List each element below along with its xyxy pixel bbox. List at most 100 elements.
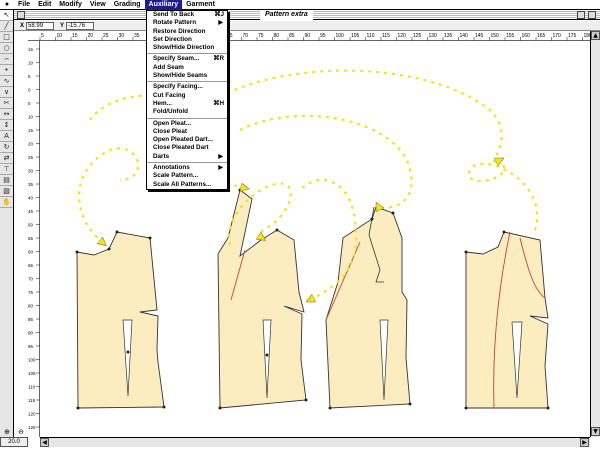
menu-item-rotate-pattern[interactable]: Rotate Pattern ▶ <box>147 19 227 27</box>
apple-icon[interactable]: ● <box>0 1 14 8</box>
ruler-label: 75 <box>28 290 34 295</box>
curve-tool-icon[interactable]: ∽ <box>0 54 13 65</box>
line-tool-icon[interactable]: ╱ <box>0 21 13 32</box>
menu-auxiliary[interactable]: Auxiliary <box>144 0 183 10</box>
arrow-tool-icon[interactable]: ↖ <box>0 10 13 21</box>
menu-item-label: Set Direction <box>153 35 192 43</box>
scroll-right-icon[interactable]: ▶ <box>580 438 589 447</box>
ruler-label: 90 <box>305 33 311 39</box>
zoom-controls: ⊕ ⊖ <box>0 428 28 437</box>
hand-tool-icon[interactable]: ✋ <box>0 197 13 208</box>
menu-item-add-seam[interactable]: Add Seam <box>147 64 227 72</box>
ruler-label: 35 <box>28 182 34 187</box>
menu-file[interactable]: File <box>14 0 34 10</box>
scissors-tool-icon[interactable]: ✂ <box>0 98 13 109</box>
ruler-label: 145 <box>475 33 484 39</box>
zoom-in-icon[interactable]: ⊕ <box>4 428 10 437</box>
zoom-box-icon[interactable] <box>577 11 585 19</box>
ellipse-tool-icon[interactable]: ○ <box>0 43 13 54</box>
menu-item-close-pleated-dart[interactable]: Close Pleated Dart <box>147 144 227 152</box>
menu-item-label: Restore Direction <box>153 27 206 35</box>
menu-item-show-hide-seams[interactable]: Show/Hide Seams <box>147 72 227 80</box>
menu-separator <box>147 162 227 164</box>
collapse-box-icon[interactable] <box>588 11 596 19</box>
ruler-label: 160 <box>522 33 531 39</box>
point-tool-icon[interactable]: • <box>0 65 13 76</box>
menu-item-close-pleat[interactable]: Close Pleat <box>147 128 227 136</box>
menu-garment[interactable]: Garment <box>182 0 219 10</box>
bodice-piece-rotated[interactable] <box>217 188 308 410</box>
menu-modify[interactable]: Modify <box>55 0 86 10</box>
menu-item-set-direction[interactable]: Set Direction <box>147 36 227 44</box>
dart-tool-icon[interactable]: ∨ <box>0 87 13 98</box>
pattern-canvas[interactable] <box>40 41 590 437</box>
ruler-label: 0 <box>28 88 31 93</box>
tool-palette: ↖ ╱ □ ○ ∽ • ∿ ∨ ✂ ↔ ↕ A ↻ ⇄ ⊤ ▤ ▧ ✋ <box>0 10 14 437</box>
ruler-label: 25 <box>103 33 109 39</box>
scroll-left-icon[interactable]: ◀ <box>40 438 49 447</box>
menu-item-send-to-back[interactable]: Send To Back ⌘J <box>147 11 227 19</box>
window-title-bar[interactable]: Pattern extra <box>14 10 600 20</box>
menu-item-scale-all-patterns[interactable]: Scale All Patterns... <box>147 181 227 189</box>
scroll-down-icon[interactable]: ▼ <box>591 427 600 436</box>
menu-item-fold-unfold[interactable]: Fold/Unfold <box>147 108 227 116</box>
menu-item-hem[interactable]: Hem... ⌘H <box>147 100 227 108</box>
scroll-up-icon[interactable]: ▲ <box>591 31 600 40</box>
pleat-tool-icon[interactable]: ▧ <box>0 186 13 197</box>
menu-item-restore-direction[interactable]: Restore Direction <box>147 28 227 36</box>
measure-tool-icon[interactable]: ↔ <box>0 109 13 120</box>
menu-separator <box>147 117 227 119</box>
bodice-piece-facing[interactable] <box>325 206 412 410</box>
menu-grading[interactable]: Grading <box>110 0 145 10</box>
y-coordinate-field[interactable]: -15.76 <box>66 21 95 30</box>
ruler-label: 120 <box>398 33 407 39</box>
close-box-icon[interactable] <box>17 11 25 19</box>
menu-separator <box>147 81 227 83</box>
vertical-ruler-graphic: 1510505101520253035404550556065707580859… <box>28 47 40 430</box>
bodice-piece-folded[interactable] <box>464 230 550 410</box>
ruler-label: 20 <box>88 33 94 39</box>
rectangle-tool-icon[interactable]: □ <box>0 32 13 43</box>
ruler-label: 115 <box>28 398 36 403</box>
ruler-label: 105 <box>28 371 36 376</box>
ruler-label: 110 <box>367 33 375 39</box>
vertical-scrollbar[interactable]: ▲ ▼ <box>590 31 600 437</box>
x-label: X <box>20 22 25 29</box>
ruler-label: 125 <box>413 33 422 39</box>
menu-item-show-hide-direction[interactable]: Show/Hide Direction <box>147 44 227 52</box>
submenu-arrow-icon: ▶ <box>218 20 223 27</box>
ruler-label: 170 <box>553 33 562 39</box>
menu-item-open-pleat[interactable]: Open Pleat... <box>147 120 227 128</box>
menu-item-darts[interactable]: Darts ▶ <box>147 153 227 161</box>
seam-tool-icon[interactable]: ▤ <box>0 175 13 186</box>
ruler-label: 175 <box>568 33 577 39</box>
mirror-tool-icon[interactable]: ⇄ <box>0 153 13 164</box>
rotate-tool-icon[interactable]: ↻ <box>0 142 13 153</box>
submenu-arrow-icon: ▶ <box>218 165 223 172</box>
ruler-label: 150 <box>491 33 500 39</box>
menu-item-scale-pattern[interactable]: Scale Pattern... <box>147 172 227 180</box>
bezier-tool-icon[interactable]: ∿ <box>0 76 13 87</box>
x-coordinate-field[interactable]: 58.99 <box>26 21 55 30</box>
ruler-label: 10 <box>28 115 34 120</box>
menu-item-annotations[interactable]: Annotations ▶ <box>147 164 227 172</box>
bodice-piece-original[interactable] <box>75 230 166 410</box>
zoom-level-field[interactable]: 20.0 <box>0 437 28 447</box>
notch-tool-icon[interactable]: ⊤ <box>0 164 13 175</box>
menu-view[interactable]: View <box>86 0 110 10</box>
menu-separator <box>147 53 227 55</box>
menu-edit[interactable]: Edit <box>34 0 55 10</box>
ruler-label: 70 <box>28 277 34 282</box>
menu-item-label: Show/Hide Direction <box>153 44 215 52</box>
ruler-label: 90 <box>28 331 34 336</box>
menu-item-cut-facing[interactable]: Cut Facing <box>147 92 227 100</box>
menu-item-specify-facing[interactable]: Specify Facing... <box>147 83 227 91</box>
ruler-label: 95 <box>28 344 34 349</box>
menu-item-open-pleated-dart[interactable]: Open Pleated Dart... <box>147 136 227 144</box>
horizontal-scrollbar[interactable]: ◀ ▶ <box>40 437 590 447</box>
grade-tool-icon[interactable]: ↕ <box>0 120 13 131</box>
text-tool-icon[interactable]: A <box>0 131 13 142</box>
zoom-out-icon[interactable]: ⊖ <box>18 428 24 437</box>
menu-item-specify-seam[interactable]: Specify Seam... ⌘R <box>147 55 227 63</box>
menu-item-shortcut: ⌘H <box>213 99 224 107</box>
